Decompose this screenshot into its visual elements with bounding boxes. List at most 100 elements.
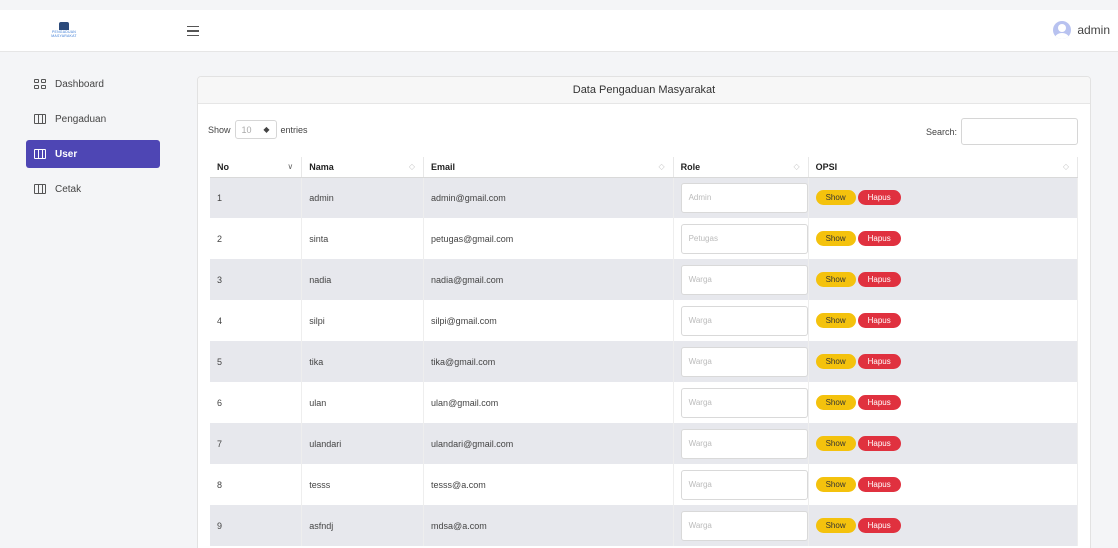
show-button[interactable]: Show <box>815 190 856 206</box>
show-button[interactable]: Show <box>815 436 856 451</box>
sidebar-item-user[interactable]: User <box>26 140 160 168</box>
cell-nama: asfndj <box>301 505 425 546</box>
show-button[interactable]: Show <box>815 354 856 369</box>
hapus-button[interactable]: Hapus <box>857 477 901 492</box>
cell-opsi: Show Hapus <box>808 259 1079 300</box>
hapus-button[interactable]: Hapus <box>857 354 901 369</box>
role-field[interactable]: Warga <box>680 387 808 418</box>
cell-role: Warga <box>673 464 809 505</box>
cell-email: ulan@gmail.com <box>423 382 674 423</box>
hapus-button[interactable]: Hapus <box>857 313 901 328</box>
role-field[interactable]: Petugas <box>680 223 808 254</box>
logo-text-2: MASYARAKAT <box>51 34 77 38</box>
entries-length: Show 10 ◆ entries <box>208 120 308 139</box>
role-field[interactable]: Warga <box>680 346 808 377</box>
grid-icon <box>34 79 46 89</box>
entries-label: entries <box>280 124 308 135</box>
table-row: 1 admin admin@gmail.com Admin Show Hapus <box>210 177 1079 218</box>
logo-icon <box>59 22 69 30</box>
cell-email: petugas@gmail.com <box>423 218 674 259</box>
role-field[interactable]: Warga <box>680 469 808 500</box>
top-bar: PENGADUAN MASYARAKAT admin <box>0 10 1118 52</box>
cell-role: Warga <box>673 341 809 382</box>
table-row: 9 asfndj mdsa@a.com Warga Show Hapus <box>210 505 1079 546</box>
cell-email: nadia@gmail.com <box>423 259 674 300</box>
cell-email: tesss@a.com <box>423 464 674 505</box>
table-row: 5 tika tika@gmail.com Warga Show Hapus <box>210 341 1079 382</box>
cell-email: tika@gmail.com <box>423 341 674 382</box>
cell-nama: tika <box>301 341 425 382</box>
column-header-role[interactable]: Role ◇ <box>673 157 809 178</box>
logo[interactable]: PENGADUAN MASYARAKAT <box>46 22 82 44</box>
sidebar-item-pengaduan[interactable]: Pengaduan <box>26 105 160 133</box>
cell-nama: nadia <box>301 259 425 300</box>
avatar[interactable] <box>1053 21 1072 39</box>
show-button[interactable]: Show <box>815 395 856 410</box>
column-header-email[interactable]: Email ◇ <box>423 157 674 178</box>
cell-role: Warga <box>673 505 809 546</box>
role-field[interactable]: Warga <box>680 305 808 336</box>
sort-icon: ◇ <box>658 162 665 171</box>
cell-no: 4 <box>210 300 303 341</box>
columns-icon <box>34 114 46 124</box>
cell-role: Warga <box>673 259 809 300</box>
sidebar-item-label: Cetak <box>55 183 82 195</box>
user-name[interactable]: admin <box>1077 23 1110 37</box>
hapus-button[interactable]: Hapus <box>857 436 901 451</box>
role-field[interactable]: Warga <box>680 428 808 459</box>
table-row: 8 tesss tesss@a.com Warga Show Hapus <box>210 464 1079 505</box>
cell-opsi: Show Hapus <box>808 218 1079 259</box>
column-header-nama[interactable]: Nama ◇ <box>301 157 425 178</box>
show-button[interactable]: Show <box>815 231 856 246</box>
search-label: Search: <box>925 126 957 137</box>
user-table: No ∨ Nama ◇ Email ◇ Role ◇ OPSI ◇ 1 admin admin… <box>210 157 1079 546</box>
cell-no: 2 <box>210 218 303 259</box>
role-field[interactable]: Warga <box>680 510 808 541</box>
sort-icon: ◇ <box>793 162 800 171</box>
table-row: 7 ulandari ulandari@gmail.com Warga Show Hapu… <box>210 423 1079 464</box>
hamburger-menu-icon[interactable] <box>187 26 199 36</box>
cell-no: 3 <box>210 259 303 300</box>
cell-opsi: Show Hapus <box>808 177 1079 218</box>
cell-role: Petugas <box>673 218 809 259</box>
cell-nama: ulandari <box>301 423 425 464</box>
column-header-no[interactable]: No ∨ <box>210 157 303 178</box>
show-label: Show <box>208 124 231 135</box>
table-header-row: No ∨ Nama ◇ Email ◇ Role ◇ OPSI ◇ <box>210 157 1079 178</box>
cell-email: ulandari@gmail.com <box>423 423 674 464</box>
user-menu[interactable]: admin <box>1053 21 1110 39</box>
hapus-button[interactable]: Hapus <box>857 395 901 410</box>
sidebar-item-dashboard[interactable]: Dashboard <box>26 70 160 98</box>
cell-no: 6 <box>210 382 303 423</box>
show-button[interactable]: Show <box>815 477 856 492</box>
role-field[interactable]: Warga <box>680 264 808 295</box>
table-controls: Show 10 ◆ entries Search: <box>198 104 1090 154</box>
card-title: Data Pengaduan Masyarakat <box>198 77 1090 104</box>
column-header-opsi[interactable]: OPSI ◇ <box>808 157 1079 178</box>
hapus-button[interactable]: Hapus <box>857 190 901 206</box>
table-body: 1 admin admin@gmail.com Admin Show Hapus 2 sint… <box>210 177 1079 546</box>
hapus-button[interactable]: Hapus <box>857 272 901 287</box>
table-row: 2 sinta petugas@gmail.com Petugas Show Hapus <box>210 218 1079 259</box>
search-input[interactable] <box>961 118 1078 145</box>
columns-icon <box>34 184 46 194</box>
sort-icon: ◇ <box>408 162 416 171</box>
cell-role: Warga <box>673 423 809 464</box>
show-button[interactable]: Show <box>815 313 856 328</box>
hapus-button[interactable]: Hapus <box>857 231 901 246</box>
cell-nama: tesss <box>301 464 425 505</box>
cell-opsi: Show Hapus <box>808 464 1079 505</box>
entries-length-select[interactable]: 10 ◆ <box>234 120 277 139</box>
cell-no: 5 <box>210 341 303 382</box>
show-button[interactable]: Show <box>815 518 856 533</box>
cell-opsi: Show Hapus <box>808 505 1079 546</box>
cell-email: mdsa@a.com <box>423 505 674 546</box>
cell-nama: admin <box>301 177 425 218</box>
cell-no: 8 <box>210 464 303 505</box>
cell-no: 7 <box>210 423 303 464</box>
role-field[interactable]: Admin <box>680 182 808 213</box>
show-button[interactable]: Show <box>815 272 856 287</box>
hapus-button[interactable]: Hapus <box>857 518 901 533</box>
cell-role: Warga <box>673 300 809 341</box>
sidebar-item-cetak[interactable]: Cetak <box>26 175 160 203</box>
